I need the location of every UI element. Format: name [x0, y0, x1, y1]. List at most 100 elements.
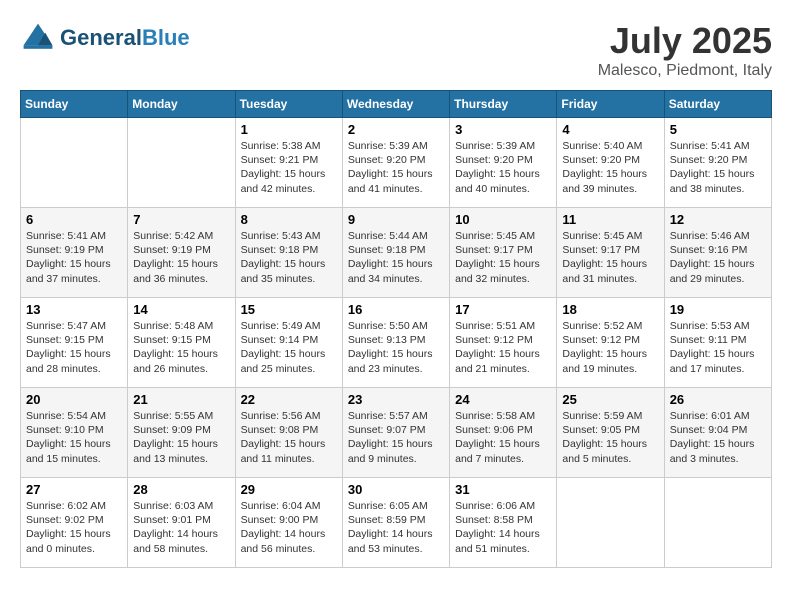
- day-info: Sunrise: 6:04 AMSunset: 9:00 PMDaylight:…: [241, 499, 337, 556]
- day-cell: 19 Sunrise: 5:53 AMSunset: 9:11 PMDayligh…: [664, 298, 771, 388]
- day-number: 25: [562, 392, 658, 407]
- day-cell: 16 Sunrise: 5:50 AMSunset: 9:13 PMDayligh…: [342, 298, 449, 388]
- day-info: Sunrise: 6:01 AMSunset: 9:04 PMDaylight:…: [670, 409, 766, 466]
- day-info: Sunrise: 5:40 AMSunset: 9:20 PMDaylight:…: [562, 139, 658, 196]
- week-row-4: 20 Sunrise: 5:54 AMSunset: 9:10 PMDayligh…: [21, 388, 772, 478]
- day-cell: 31 Sunrise: 6:06 AMSunset: 8:58 PMDayligh…: [450, 478, 557, 568]
- weekday-friday: Friday: [557, 91, 664, 118]
- day-number: 16: [348, 302, 444, 317]
- day-info: Sunrise: 5:47 AMSunset: 9:15 PMDaylight:…: [26, 319, 122, 376]
- day-cell: 30Sunrise: 6:05 AMSunset: 8:59 PMDayligh…: [342, 478, 449, 568]
- day-cell: [128, 118, 235, 208]
- day-cell: 14 Sunrise: 5:48 AMSunset: 9:15 PMDayligh…: [128, 298, 235, 388]
- calendar: SundayMondayTuesdayWednesdayThursdayFrid…: [20, 90, 772, 568]
- day-info: Sunrise: 5:56 AMSunset: 9:08 PMDaylight:…: [241, 409, 337, 466]
- day-number: 27: [26, 482, 122, 497]
- day-number: 28: [133, 482, 229, 497]
- day-info: Sunrise: 6:05 AMSunset: 8:59 PMDaylight:…: [348, 499, 444, 556]
- day-number: 14: [133, 302, 229, 317]
- day-info: Sunrise: 6:06 AMSunset: 8:58 PMDaylight:…: [455, 499, 551, 556]
- day-cell: 24Sunrise: 5:58 AMSunset: 9:06 PMDayligh…: [450, 388, 557, 478]
- day-cell: 3Sunrise: 5:39 AMSunset: 9:20 PMDaylight…: [450, 118, 557, 208]
- calendar-body: 1 Sunrise: 5:38 AMSunset: 9:21 PMDaylight…: [21, 118, 772, 568]
- month-title: July 2025: [598, 20, 772, 62]
- day-cell: 10Sunrise: 5:45 AMSunset: 9:17 PMDayligh…: [450, 208, 557, 298]
- day-info: Sunrise: 5:45 AMSunset: 9:17 PMDaylight:…: [455, 229, 551, 286]
- day-cell: 20 Sunrise: 5:54 AMSunset: 9:10 PMDayligh…: [21, 388, 128, 478]
- day-info: Sunrise: 5:43 AMSunset: 9:18 PMDaylight:…: [241, 229, 337, 286]
- day-number: 7: [133, 212, 229, 227]
- day-number: 1: [241, 122, 337, 137]
- day-info: Sunrise: 5:46 AMSunset: 9:16 PMDaylight:…: [670, 229, 766, 286]
- day-number: 12: [670, 212, 766, 227]
- day-number: 22: [241, 392, 337, 407]
- day-number: 11: [562, 212, 658, 227]
- day-info: Sunrise: 5:41 AMSunset: 9:20 PMDaylight:…: [670, 139, 766, 196]
- logo-icon: [20, 20, 56, 56]
- day-number: 9: [348, 212, 444, 227]
- day-cell: 17 Sunrise: 5:51 AMSunset: 9:12 PMDayligh…: [450, 298, 557, 388]
- day-cell: 23 Sunrise: 5:57 AMSunset: 9:07 PMDayligh…: [342, 388, 449, 478]
- day-cell: 1 Sunrise: 5:38 AMSunset: 9:21 PMDaylight…: [235, 118, 342, 208]
- day-number: 2: [348, 122, 444, 137]
- day-info: Sunrise: 5:39 AMSunset: 9:20 PMDaylight:…: [348, 139, 444, 196]
- day-cell: 7Sunrise: 5:42 AMSunset: 9:19 PMDaylight…: [128, 208, 235, 298]
- day-cell: [21, 118, 128, 208]
- day-cell: [557, 478, 664, 568]
- day-cell: 25 Sunrise: 5:59 AMSunset: 9:05 PMDayligh…: [557, 388, 664, 478]
- title-block: July 2025 Malesco, Piedmont, Italy: [598, 20, 772, 80]
- day-cell: 8 Sunrise: 5:43 AMSunset: 9:18 PMDaylight…: [235, 208, 342, 298]
- day-number: 23: [348, 392, 444, 407]
- day-number: 4: [562, 122, 658, 137]
- day-cell: 9 Sunrise: 5:44 AMSunset: 9:18 PMDaylight…: [342, 208, 449, 298]
- day-cell: 26Sunrise: 6:01 AMSunset: 9:04 PMDayligh…: [664, 388, 771, 478]
- day-number: 29: [241, 482, 337, 497]
- weekday-monday: Monday: [128, 91, 235, 118]
- day-info: Sunrise: 5:57 AMSunset: 9:07 PMDaylight:…: [348, 409, 444, 466]
- day-info: Sunrise: 5:59 AMSunset: 9:05 PMDaylight:…: [562, 409, 658, 466]
- day-cell: 13Sunrise: 5:47 AMSunset: 9:15 PMDayligh…: [21, 298, 128, 388]
- weekday-sunday: Sunday: [21, 91, 128, 118]
- location-title: Malesco, Piedmont, Italy: [598, 62, 772, 80]
- day-cell: 12 Sunrise: 5:46 AMSunset: 9:16 PMDayligh…: [664, 208, 771, 298]
- week-row-2: 6Sunrise: 5:41 AMSunset: 9:19 PMDaylight…: [21, 208, 772, 298]
- day-info: Sunrise: 5:38 AMSunset: 9:21 PMDaylight:…: [241, 139, 337, 196]
- day-info: Sunrise: 6:03 AMSunset: 9:01 PMDaylight:…: [133, 499, 229, 556]
- day-cell: 5 Sunrise: 5:41 AMSunset: 9:20 PMDaylight…: [664, 118, 771, 208]
- day-cell: 4 Sunrise: 5:40 AMSunset: 9:20 PMDaylight…: [557, 118, 664, 208]
- day-number: 6: [26, 212, 122, 227]
- day-info: Sunrise: 5:49 AMSunset: 9:14 PMDaylight:…: [241, 319, 337, 376]
- day-number: 17: [455, 302, 551, 317]
- day-cell: 28 Sunrise: 6:03 AMSunset: 9:01 PMDayligh…: [128, 478, 235, 568]
- week-row-3: 13Sunrise: 5:47 AMSunset: 9:15 PMDayligh…: [21, 298, 772, 388]
- day-info: Sunrise: 5:51 AMSunset: 9:12 PMDaylight:…: [455, 319, 551, 376]
- day-number: 8: [241, 212, 337, 227]
- day-number: 15: [241, 302, 337, 317]
- day-info: Sunrise: 5:48 AMSunset: 9:15 PMDaylight:…: [133, 319, 229, 376]
- day-info: Sunrise: 5:52 AMSunset: 9:12 PMDaylight:…: [562, 319, 658, 376]
- day-info: Sunrise: 5:53 AMSunset: 9:11 PMDaylight:…: [670, 319, 766, 376]
- day-cell: 21Sunrise: 5:55 AMSunset: 9:09 PMDayligh…: [128, 388, 235, 478]
- week-row-1: 1 Sunrise: 5:38 AMSunset: 9:21 PMDaylight…: [21, 118, 772, 208]
- day-info: Sunrise: 5:50 AMSunset: 9:13 PMDaylight:…: [348, 319, 444, 376]
- day-number: 31: [455, 482, 551, 497]
- day-cell: 18Sunrise: 5:52 AMSunset: 9:12 PMDayligh…: [557, 298, 664, 388]
- weekday-thursday: Thursday: [450, 91, 557, 118]
- day-info: Sunrise: 5:58 AMSunset: 9:06 PMDaylight:…: [455, 409, 551, 466]
- logo-text: GeneralBlue: [60, 26, 190, 50]
- day-cell: 6Sunrise: 5:41 AMSunset: 9:19 PMDaylight…: [21, 208, 128, 298]
- day-number: 19: [670, 302, 766, 317]
- day-number: 20: [26, 392, 122, 407]
- weekday-tuesday: Tuesday: [235, 91, 342, 118]
- day-cell: 15 Sunrise: 5:49 AMSunset: 9:14 PMDayligh…: [235, 298, 342, 388]
- day-number: 5: [670, 122, 766, 137]
- day-cell: 2 Sunrise: 5:39 AMSunset: 9:20 PMDaylight…: [342, 118, 449, 208]
- day-number: 21: [133, 392, 229, 407]
- day-info: Sunrise: 6:02 AMSunset: 9:02 PMDaylight:…: [26, 499, 122, 556]
- weekday-row: SundayMondayTuesdayWednesdayThursdayFrid…: [21, 91, 772, 118]
- week-row-5: 27 Sunrise: 6:02 AMSunset: 9:02 PMDayligh…: [21, 478, 772, 568]
- day-cell: 22 Sunrise: 5:56 AMSunset: 9:08 PMDayligh…: [235, 388, 342, 478]
- weekday-wednesday: Wednesday: [342, 91, 449, 118]
- day-info: Sunrise: 5:44 AMSunset: 9:18 PMDaylight:…: [348, 229, 444, 286]
- day-info: Sunrise: 5:54 AMSunset: 9:10 PMDaylight:…: [26, 409, 122, 466]
